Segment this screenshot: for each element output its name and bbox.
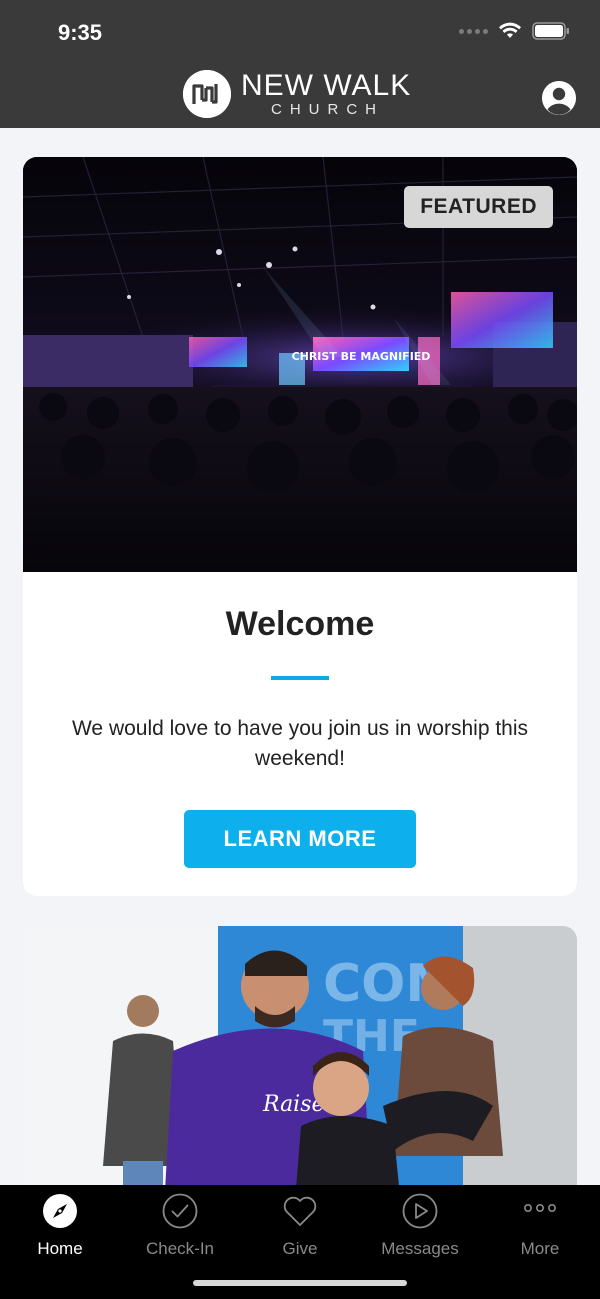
compass-icon [43,1194,77,1228]
heart-icon [283,1196,317,1226]
tab-messages[interactable]: Messages [360,1191,480,1259]
stage-screen-text: CHRIST BE MAGNIFIED [292,350,431,363]
worship-photo: CHRIST BE MAGNIFIED FEATURED [23,157,577,572]
card-title: Welcome [225,605,375,643]
title-divider [271,676,329,680]
tab-label-check-in: Check-In [145,1239,215,1258]
tab-label-give: Give [282,1239,318,1258]
check-circle-icon [162,1193,198,1229]
app-header: 9:35 NEW WALK CHURCH [0,0,600,128]
status-icons [459,22,570,40]
tab-label-messages: Messages [381,1239,459,1258]
logo-mark-icon [183,70,231,118]
card-description: We would love to have you join us in wor… [71,717,529,770]
learn-more-button[interactable]: LEARN MORE [184,810,416,868]
tab-home[interactable]: Home [0,1191,120,1259]
profile-button[interactable] [542,81,576,115]
church-logo: NEW WALK CHURCH [183,70,411,118]
tab-check-in[interactable]: Check-In [120,1191,240,1259]
logo-title: NEW WALK [241,69,412,102]
logo-subtitle: CHURCH [271,101,384,118]
user-icon [542,81,576,115]
play-circle-icon [402,1193,438,1229]
status-time: 9:35 [58,20,103,45]
featured-card[interactable]: CHRIST BE MAGNIFIED FEATURED Welcome We … [23,157,577,896]
more-dots-icon [524,1204,556,1213]
tab-give[interactable]: Give [240,1191,360,1259]
tab-label-home: Home [37,1239,83,1258]
wifi-icon [499,22,521,38]
featured-badge: FEATURED [404,186,553,228]
cellular-signal-icon [459,28,488,34]
tab-label-more: More [520,1239,560,1258]
community-photo: COM THE Raise [23,926,577,1226]
content-card[interactable]: COM THE Raise [23,926,577,1226]
home-indicator[interactable] [193,1280,407,1286]
battery-icon [532,22,569,40]
tab-more[interactable]: More [480,1191,600,1259]
